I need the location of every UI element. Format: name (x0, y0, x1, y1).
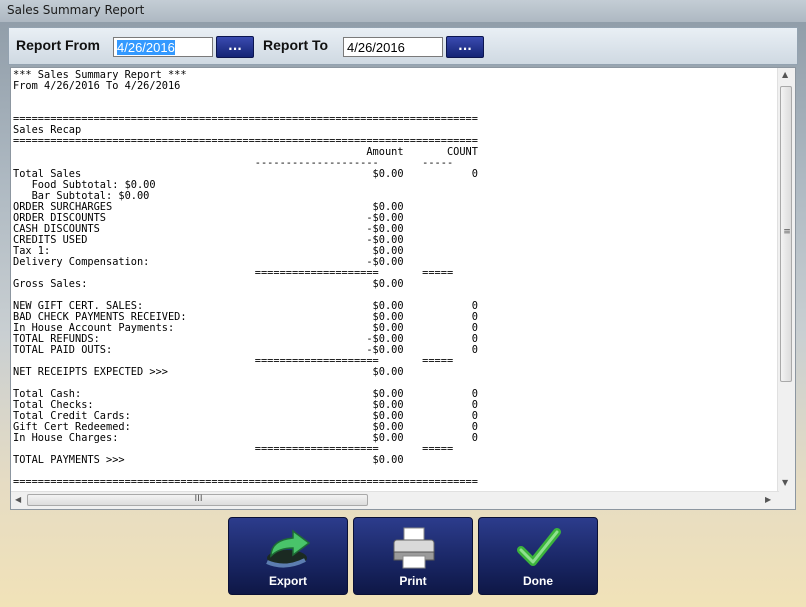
done-label: Done (523, 574, 553, 588)
report-content: *** Sales Summary Report *** From 4/26/2… (13, 69, 478, 488)
report-from-picker-button[interactable]: ... (216, 36, 254, 58)
export-button[interactable]: Export (228, 517, 348, 595)
scroll-corner (778, 492, 795, 509)
window-client: Report From 4/26/2016 ... Report To 4/26… (8, 27, 798, 599)
report-from-field[interactable]: 4/26/2016 (113, 37, 213, 57)
done-button[interactable]: Done (478, 517, 598, 595)
scroll-right-icon[interactable]: ▶ (765, 495, 771, 504)
checkmark-icon (517, 528, 561, 566)
horizontal-scrollbar[interactable]: ◀ III ▶ (11, 491, 779, 509)
horizontal-scroll-thumb[interactable]: III (27, 494, 368, 506)
scroll-down-icon[interactable]: ▼ (782, 478, 788, 487)
vertical-scrollbar[interactable]: ▲ ≡ ▼ (777, 68, 795, 492)
printer-icon (393, 527, 435, 569)
report-to-picker-button[interactable]: ... (446, 36, 484, 58)
date-range-toolbar: Report From 4/26/2016 ... Report To 4/26… (8, 27, 798, 65)
scroll-left-icon[interactable]: ◀ (15, 495, 21, 504)
horizontal-grip-icon: III (194, 494, 203, 504)
print-button[interactable]: Print (353, 517, 473, 595)
scroll-up-icon[interactable]: ▲ (782, 70, 788, 79)
report-to-label: Report To (263, 37, 329, 53)
report-from-value: 4/26/2016 (117, 40, 175, 55)
vertical-scroll-thumb[interactable]: ≡ (780, 86, 792, 382)
report-to-value: 4/26/2016 (347, 40, 405, 55)
print-label: Print (399, 574, 427, 588)
report-from-label: Report From (16, 37, 100, 53)
window-title: Sales Summary Report (7, 3, 145, 17)
export-label: Export (268, 574, 307, 588)
title-bar: Sales Summary Report (0, 0, 806, 22)
export-arrow-icon (266, 529, 311, 568)
vertical-grip-icon: ≡ (783, 227, 791, 237)
report-to-field[interactable]: 4/26/2016 (343, 37, 443, 57)
report-text-area[interactable]: *** Sales Summary Report *** From 4/26/2… (10, 67, 796, 510)
